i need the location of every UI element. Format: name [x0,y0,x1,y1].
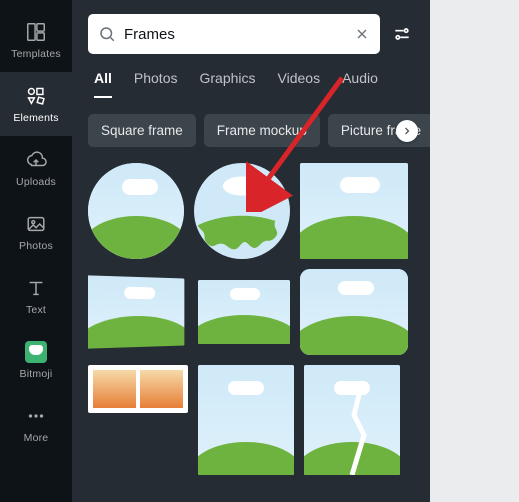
chip-square-frame[interactable]: Square frame [88,114,196,147]
rail-bitmoji[interactable]: Bitmoji [0,328,72,392]
frame-square[interactable] [300,163,408,259]
rail-label: Templates [11,48,61,60]
rail-label: Text [26,304,46,316]
frame-badge[interactable] [194,163,290,259]
sliders-icon [392,24,412,44]
frame-circle[interactable] [88,163,184,259]
photos-icon [24,212,48,236]
tab-photos[interactable]: Photos [134,70,178,98]
search-icon [98,25,116,43]
tab-audio[interactable]: Audio [342,70,378,98]
frame-rounded-rect[interactable] [300,269,408,355]
uploads-icon [24,148,48,172]
canvas-area[interactable] [430,0,519,502]
search-input[interactable] [124,26,346,43]
elements-panel: All Photos Graphics Videos Audio Square … [72,0,430,502]
clear-search-button[interactable] [354,26,370,42]
rail-label: Elements [13,112,58,124]
rail-photos[interactable]: Photos [0,200,72,264]
frame-perspective-left[interactable] [88,275,184,348]
rail-label: Uploads [16,176,56,188]
chip-frame-mockup[interactable]: Frame mockup [204,114,320,147]
suggestion-chips: Square frame Frame mockup Picture frame [88,114,414,147]
app-root: Templates Elements Uploads Photos Text [0,0,519,502]
rail-templates[interactable]: Templates [0,8,72,72]
text-icon [24,276,48,300]
elements-icon [24,84,48,108]
rail-text[interactable]: Text [0,264,72,328]
frame-small-rect[interactable] [198,280,290,344]
search-filters-button[interactable] [390,22,414,46]
side-rail: Templates Elements Uploads Photos Text [0,0,72,502]
chips-next-button[interactable] [396,120,418,142]
rail-label: Bitmoji [20,368,53,380]
rail-uploads[interactable]: Uploads [0,136,72,200]
more-icon [24,404,48,428]
results-grid [88,163,414,475]
bitmoji-icon [24,340,48,364]
chip-picture-frame[interactable]: Picture frame [328,114,434,147]
tab-all[interactable]: All [94,70,112,98]
search-box[interactable] [88,14,380,54]
rail-label: Photos [19,240,53,252]
templates-icon [24,20,48,44]
frame-photo-strip[interactable] [88,365,188,413]
frame-torn[interactable] [304,365,400,475]
rail-more[interactable]: More [0,392,72,456]
type-tabs: All Photos Graphics Videos Audio [88,54,414,98]
tab-videos[interactable]: Videos [278,70,321,98]
search-row [88,14,414,54]
frame-tall-rect[interactable] [198,365,294,475]
rail-elements[interactable]: Elements [0,72,72,136]
tab-graphics[interactable]: Graphics [199,70,255,98]
chevron-right-icon [401,125,413,137]
rail-label: More [24,432,49,444]
